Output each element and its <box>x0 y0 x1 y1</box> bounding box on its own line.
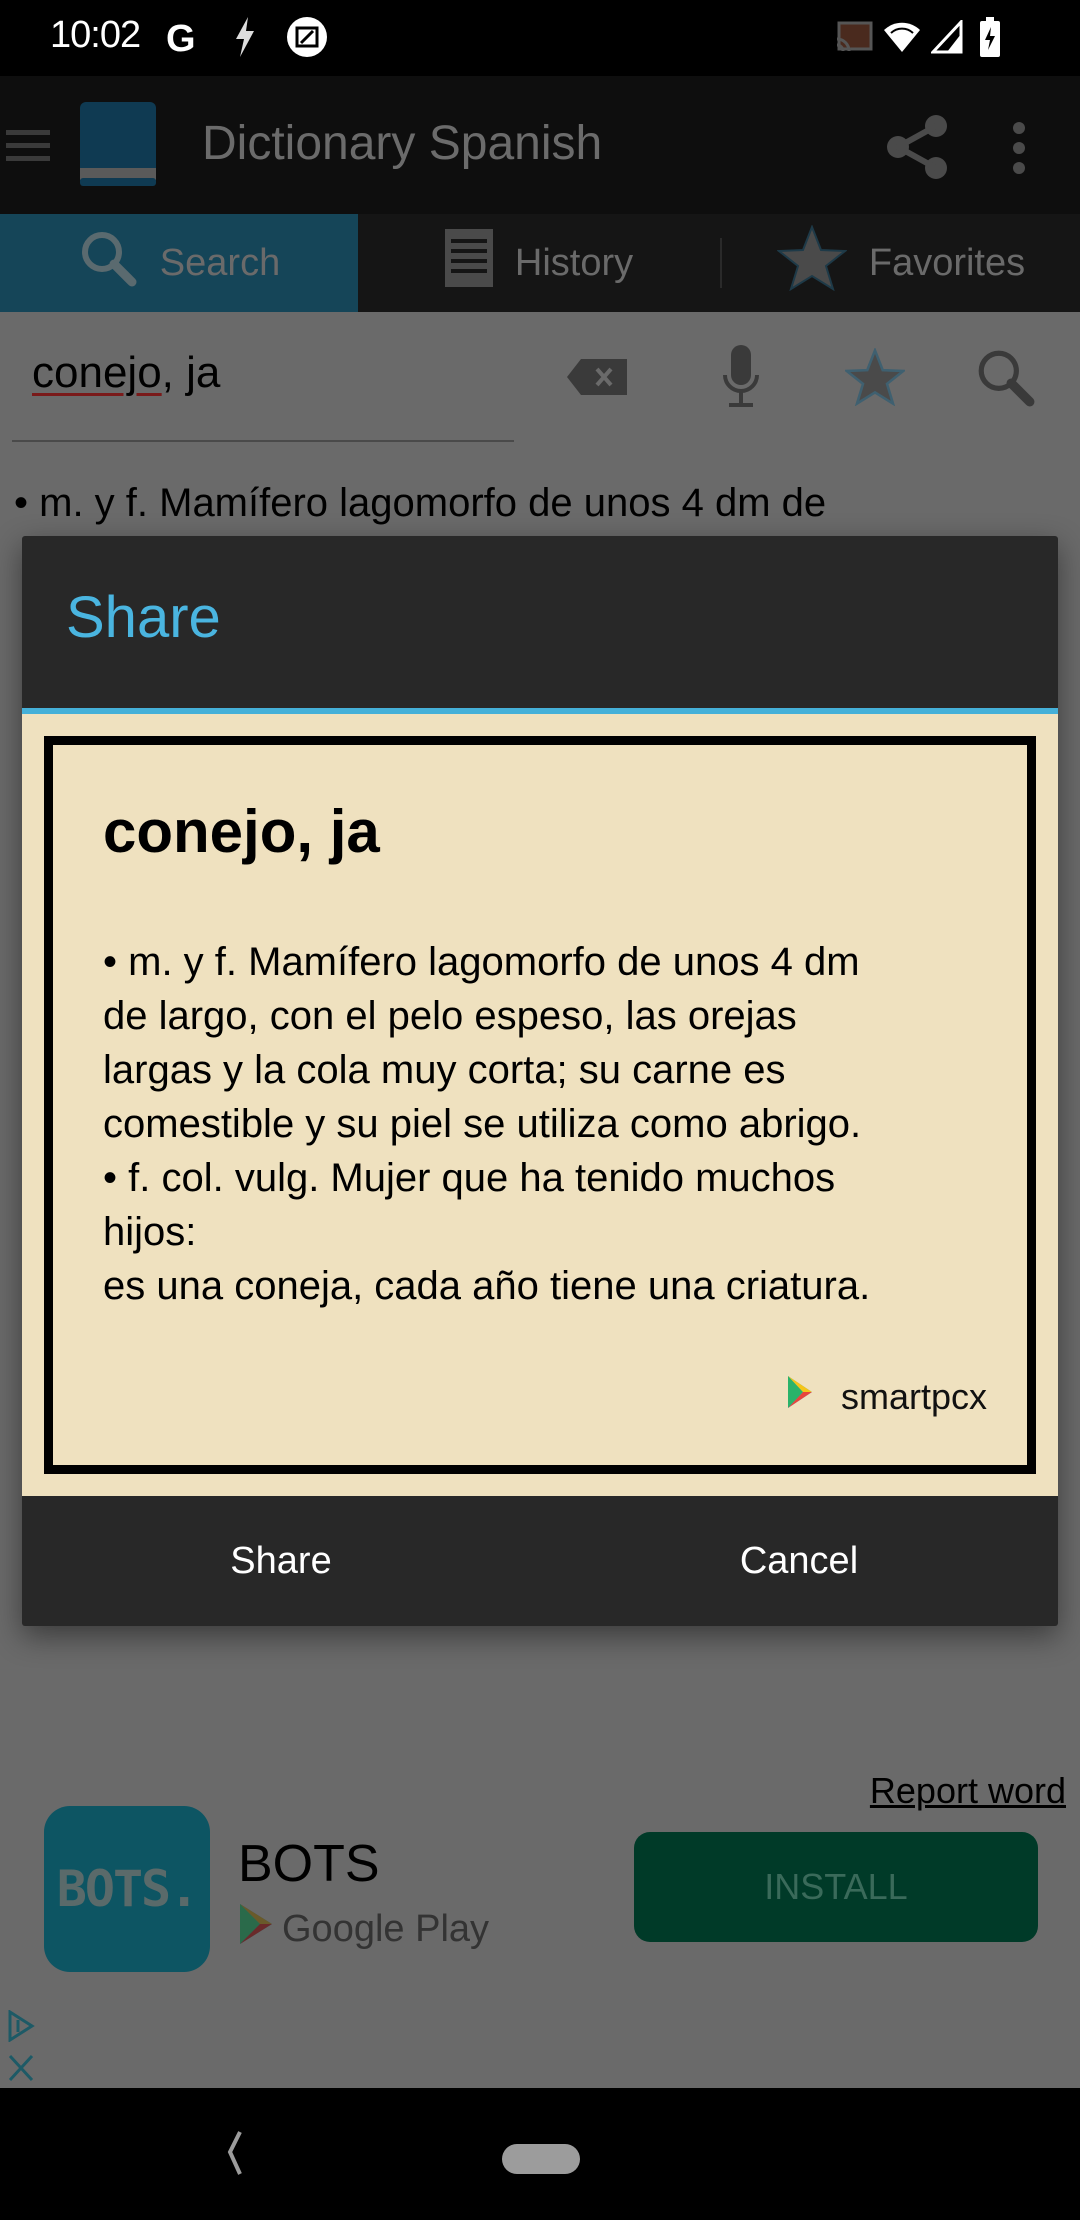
cell-signal-icon <box>930 14 964 60</box>
more-options-icon[interactable] <box>1010 120 1028 181</box>
ad-store-badge: Google Play <box>238 1902 489 1956</box>
app-logo-book-icon <box>74 100 160 195</box>
ad-close-icon[interactable] <box>8 2054 34 2087</box>
tab-search-label: Search <box>159 241 281 284</box>
status-time: 10:02 <box>50 14 141 56</box>
back-icon[interactable] <box>224 2128 254 2178</box>
definition-line: comestible y su piel se utiliza como abr… <box>103 1102 862 1146</box>
tab-favorites[interactable]: Favorites <box>722 214 1080 312</box>
wifi-icon <box>882 14 922 60</box>
definition-text: • m. y f. Mamífero lagomorfo de unos 4 d… <box>14 481 827 525</box>
definition-line: hijos: <box>103 1210 197 1254</box>
dialog-title: Share <box>66 585 221 650</box>
navigation-bar <box>0 2088 1080 2220</box>
tab-history-label: History <box>514 241 634 284</box>
star-icon <box>776 224 848 301</box>
search-value-rest: , ja <box>161 348 221 397</box>
tab-favorites-label: Favorites <box>868 241 1026 284</box>
search-go-icon[interactable] <box>970 342 1040 412</box>
svg-text:G: G <box>166 18 196 57</box>
play-store-icon <box>787 1375 813 1418</box>
dialog-body: conejo, ja • m. y f. Mamífero lagomorfo … <box>22 714 1058 1496</box>
google-icon: G <box>162 14 204 60</box>
tab-bar: Search History Favorites <box>0 214 1080 312</box>
menu-icon[interactable] <box>6 130 50 167</box>
ad-app-icon[interactable]: BOTS. <box>44 1806 210 1972</box>
battery-charging-icon <box>978 14 1002 60</box>
search-icon <box>78 228 138 298</box>
card-brand: smartpcx <box>787 1375 987 1418</box>
google-play-icon <box>238 1902 274 1956</box>
search-input[interactable]: conejo, ja <box>12 312 514 442</box>
tab-history[interactable]: History <box>358 214 720 312</box>
share-dialog: Share conejo, ja • m. y f. Mamífero lago… <box>22 536 1058 1626</box>
definition-line: largas y la cola muy corta; su carne es <box>103 1048 786 1092</box>
definition-line: • m. y f. Mamífero lagomorfo de unos 4 d… <box>103 940 860 984</box>
install-button[interactable]: INSTALL <box>634 1832 1038 1942</box>
cast-icon <box>834 14 874 60</box>
definition-line: de largo, con el pelo espeso, las orejas <box>103 994 797 1038</box>
card-definition: • m. y f. Mamífero lagomorfo de unos 4 d… <box>103 935 1003 1313</box>
card-brand-name: smartpcx <box>840 1375 987 1417</box>
share-preview-card: conejo, ja • m. y f. Mamífero lagomorfo … <box>44 736 1036 1474</box>
clear-input-icon[interactable] <box>562 342 632 412</box>
search-input-value[interactable]: conejo, ja <box>32 348 220 398</box>
definition-line: • f. col. vulg. Mujer que ha tenido much… <box>103 1156 836 1200</box>
definition-line: es una coneja, cada año tiene una criatu… <box>103 1264 871 1308</box>
ad-store-label: Google Play <box>282 1907 490 1950</box>
share-button[interactable]: Share <box>22 1496 540 1626</box>
tab-search[interactable]: Search <box>0 214 358 312</box>
microphone-icon[interactable] <box>706 342 776 412</box>
screenshot-edit-icon <box>284 14 330 60</box>
home-pill[interactable] <box>502 2144 580 2174</box>
card-word: conejo, ja <box>103 798 380 865</box>
search-row: conejo, ja <box>0 312 1080 442</box>
share-icon[interactable] <box>884 114 950 185</box>
ad-choices[interactable] <box>0 2006 40 2086</box>
app-title: Dictionary Spanish <box>202 117 603 170</box>
favorite-star-icon[interactable] <box>840 342 910 412</box>
flash-icon <box>230 14 260 60</box>
misspelled-word: conejo <box>32 348 162 397</box>
ad-banner[interactable]: BOTS. BOTS Google Play INSTALL <box>0 1798 1080 2088</box>
app-toolbar: Dictionary Spanish <box>0 76 1080 214</box>
status-bar: 10:02 G <box>0 0 1080 76</box>
ad-app-name[interactable]: BOTS <box>238 1834 380 1894</box>
dialog-actions: Share Cancel <box>22 1496 1058 1626</box>
history-list-icon <box>444 229 493 297</box>
adchoices-icon[interactable] <box>6 2009 36 2047</box>
cancel-button[interactable]: Cancel <box>540 1496 1058 1626</box>
